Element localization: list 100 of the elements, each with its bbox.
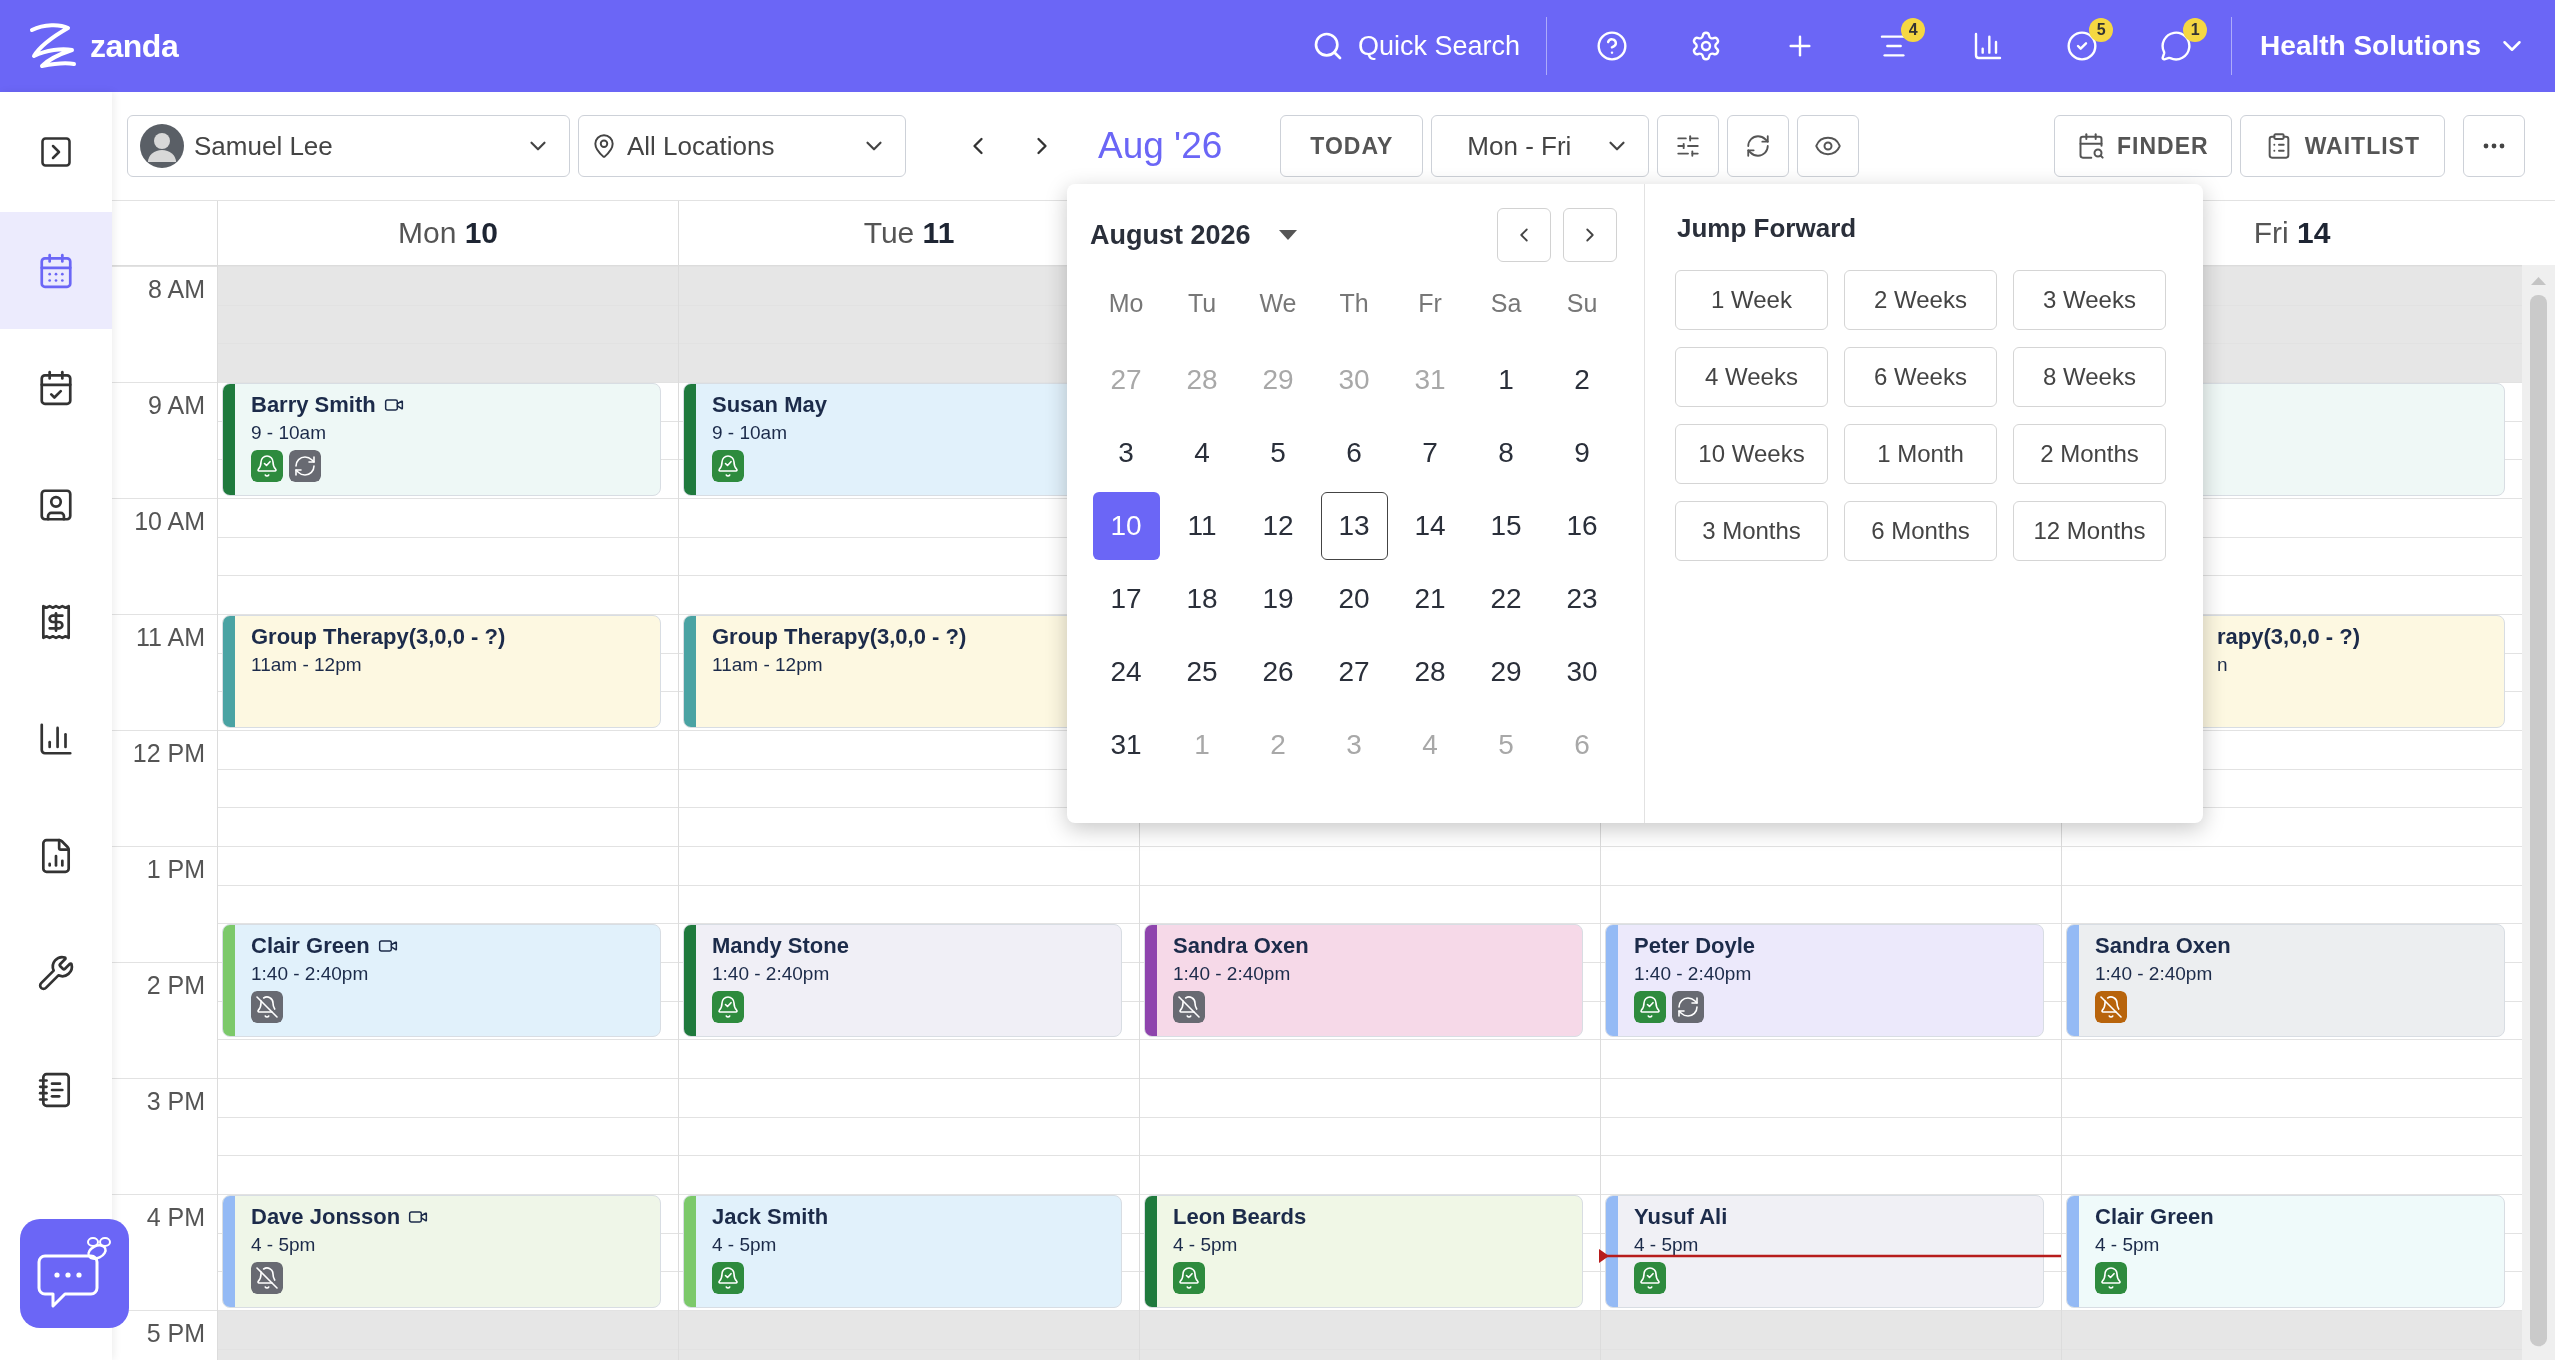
calendar-day[interactable]: 14 [1396, 491, 1464, 560]
quick-search-button[interactable]: Quick Search [1312, 30, 1521, 62]
day-header: Fri 14 [2253, 216, 2331, 250]
calendar-day[interactable]: 8 [1472, 418, 1540, 487]
appointment-card[interactable]: Clair Green 1:40 - 2:40pm [222, 924, 661, 1038]
client-name: Barry Smith [251, 392, 376, 418]
view-button[interactable] [1797, 115, 1860, 177]
calendar-day[interactable]: 16 [1548, 491, 1616, 560]
today-button[interactable]: TODAY [1280, 115, 1424, 177]
calendar-day[interactable]: 1 [1472, 345, 1540, 414]
appointment-card[interactable]: Sandra Oxen 1:40 - 2:40pm [2066, 924, 2505, 1038]
calendar-day[interactable]: 25 [1168, 637, 1236, 706]
map-pin-icon [591, 133, 617, 159]
jump-option-button[interactable]: 3 Months [1675, 501, 1828, 561]
filter-button[interactable] [1657, 115, 1720, 177]
calendar-day[interactable]: 6 [1320, 418, 1388, 487]
current-period[interactable]: Aug '26 [1098, 125, 1223, 167]
calendar-day[interactable]: 27 [1320, 637, 1388, 706]
appointment-time: 11am - 12pm [712, 654, 824, 676]
client-name: Jack Smith [712, 1204, 829, 1230]
hour-label: 1 PM [146, 855, 205, 883]
appointment-card[interactable]: Jack Smith 4 - 5pm [683, 1195, 1122, 1308]
jump-option-button[interactable]: 1 Month [1844, 424, 1997, 484]
scrollbar[interactable] [2522, 265, 2555, 1360]
appointment-time: 4 - 5pm [2095, 1234, 2161, 1256]
jump-option-button[interactable]: 3 Weeks [2013, 270, 2166, 330]
waitlist-button[interactable]: WAITLIST [2239, 115, 2445, 177]
weekday-label: Sa [1490, 288, 1522, 318]
client-name: Group Therapy(3,0,0 - ?) [712, 624, 967, 650]
appointment-time: 9 - 10am [712, 422, 788, 444]
jump-option-button[interactable]: 8 Weeks [2013, 347, 2166, 407]
appointment-card[interactable]: Yusuf Ali 4 - 5pm [1605, 1195, 2044, 1308]
jump-option-button[interactable]: 2 Weeks [1844, 270, 1997, 330]
appointment-time: 1:40 - 2:40pm [1173, 963, 1292, 986]
location-select[interactable]: All Locations [578, 115, 906, 177]
appointment-card[interactable]: Barry Smith 9 - 10am [222, 383, 661, 496]
jump-option-button[interactable]: 2 Months [2013, 424, 2166, 484]
calendar-check-icon [37, 368, 75, 407]
workspace-menu[interactable]: Health Solutions [2250, 30, 2527, 62]
day-range-select[interactable]: Mon - Fri [1431, 115, 1650, 177]
avatar [140, 124, 184, 168]
chat-bubble-button[interactable]: 1 [2129, 16, 2224, 76]
sliders-icon [1675, 133, 1702, 159]
jump-option-button[interactable]: 1 Week [1675, 270, 1828, 330]
jump-option-button[interactable]: 10 Weeks [1675, 424, 1828, 484]
calendar-day[interactable]: 4 [1168, 418, 1236, 487]
appointment-card[interactable]: Mandy Stone 1:40 - 2:40pm [683, 924, 1122, 1038]
calendar-day[interactable]: 5 [1244, 418, 1312, 487]
client-name: Leon Beards [1173, 1204, 1307, 1230]
calendar-day[interactable]: 28 [1396, 637, 1464, 706]
check-circle-button[interactable]: 5 [2035, 16, 2130, 76]
calendar-day[interactable]: 30 [1548, 637, 1616, 706]
calendar-search-icon [2077, 132, 2106, 160]
appointment-card[interactable]: Sandra Oxen 1:40 - 2:40pm [1144, 924, 1583, 1038]
calendar-day[interactable]: 19 [1244, 564, 1312, 633]
weekday-label: Su [1566, 288, 1598, 318]
jump-option-button[interactable]: 6 Months [1844, 501, 1997, 561]
calendar-day[interactable]: 29 [1472, 637, 1540, 706]
appointment-time: 4 - 5pm [1173, 1234, 1239, 1256]
calendar-day[interactable]: 11 [1168, 491, 1236, 560]
finder-button[interactable]: FINDER [2054, 115, 2232, 177]
calendar-day[interactable]: 21 [1396, 564, 1464, 633]
appointment-time: 1:40 - 2:40pm [712, 963, 831, 986]
calendar-day[interactable]: 15 [1472, 491, 1540, 560]
weekday-label: Mo [1108, 288, 1144, 318]
jump-option-button[interactable]: 6 Weeks [1844, 347, 1997, 407]
calendar-day[interactable]: 23 [1548, 564, 1616, 633]
appointment-card[interactable]: Clair Green 4 - 5pm [2066, 1195, 2505, 1308]
appointment-time: 9 - 10am [251, 422, 327, 444]
hour-label: 12 PM [132, 739, 205, 767]
calendar-nav-item[interactable] [0, 212, 112, 329]
appointment-card[interactable]: Dave Jonsson 4 - 5pm [222, 1195, 661, 1308]
calendar-day[interactable]: 10 [1092, 491, 1160, 560]
stacked-lines-button[interactable]: 4 [1847, 16, 1942, 76]
jump-option-button[interactable]: 12 Months [2013, 501, 2166, 561]
refresh-button[interactable] [1727, 115, 1790, 177]
appointment-card[interactable]: Peter Doyle 1:40 - 2:40pm [1605, 924, 2044, 1038]
calendar-day[interactable]: 18 [1168, 564, 1236, 633]
calendar-day[interactable]: 12 [1244, 491, 1312, 560]
weekday-label: Fr [1418, 288, 1442, 318]
calendar-day[interactable]: 7 [1396, 418, 1464, 487]
calendar-day[interactable]: 2 [1548, 345, 1616, 414]
appointment-time: n [2217, 654, 2229, 676]
appointment-card[interactable]: Leon Beards 4 - 5pm [1144, 1195, 1583, 1308]
wrench-icon [37, 953, 75, 992]
chat-assistant-button[interactable] [20, 1219, 129, 1328]
search-icon [1312, 30, 1344, 62]
appointment-time: 4 - 5pm [251, 1234, 317, 1256]
calendar-day[interactable]: 9 [1548, 418, 1616, 487]
hour-label: 4 PM [146, 1203, 205, 1231]
jump-option-button[interactable]: 4 Weeks [1675, 347, 1828, 407]
count-badge: 4 [1901, 18, 1926, 42]
calendar-day[interactable]: 20 [1320, 564, 1388, 633]
calendar-day[interactable]: 13 [1320, 491, 1388, 560]
calendar-day[interactable]: 26 [1244, 637, 1312, 706]
chat-bubble-icon [2160, 30, 2193, 62]
month-select[interactable]: August 2026 [1090, 219, 1297, 251]
appointment-card[interactable]: Group Therapy(3,0,0 - ?) 11am - 12pm [222, 615, 661, 728]
practitioner-select[interactable]: Samuel Lee [127, 115, 570, 177]
calendar-day[interactable]: 22 [1472, 564, 1540, 633]
